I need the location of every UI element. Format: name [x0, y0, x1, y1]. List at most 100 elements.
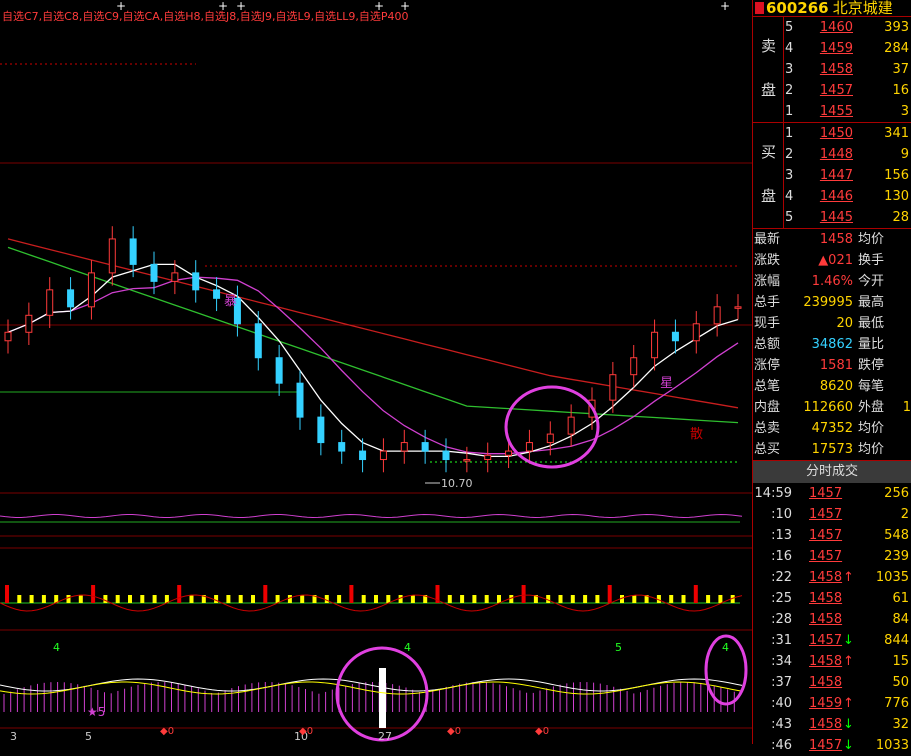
- sell-row[interactable]: 5 1460 393: [753, 17, 911, 38]
- indicator-legend: 自选C7,自选C8,自选C9,自选CA,自选H8,自选J8,自选J9,自选L9,…: [2, 10, 408, 23]
- sub2-bar: [570, 595, 575, 603]
- sub2-bar: [374, 595, 378, 603]
- stat-value: ▲021: [818, 253, 853, 268]
- sell-row[interactable]: 3 1458 37: [753, 59, 911, 80]
- candle-body: [317, 416, 325, 444]
- tick-row: :34 1458 ↑ 15: [753, 651, 911, 672]
- price-value: 1455: [819, 104, 853, 119]
- top-mark-4: 4: [722, 641, 729, 654]
- stat-value: 34862: [811, 337, 853, 352]
- candle-body: [338, 442, 346, 452]
- level-label: 5: [785, 20, 794, 35]
- stat-label: 最新: [754, 232, 781, 247]
- candle-body: [421, 442, 429, 452]
- tick-row: :16 1457 239: [753, 546, 911, 567]
- buy-row[interactable]: 2 1448 9: [753, 144, 911, 165]
- stat-row: 总买 17573 均价: [753, 439, 911, 460]
- stat-label: 总额: [754, 337, 781, 352]
- stat-row: 现手 20 最低: [753, 313, 911, 334]
- volume-value: 28: [892, 210, 909, 225]
- sub2-bar: [66, 595, 71, 603]
- candle-body: [87, 272, 95, 308]
- tick-volume: 50: [892, 675, 909, 690]
- stat-label: 总手: [754, 295, 781, 310]
- level-label: 3: [785, 62, 794, 77]
- stat-row: 总额 34862 量比: [753, 334, 911, 355]
- level-label: 4: [785, 189, 794, 204]
- volume-value: 284: [884, 41, 909, 56]
- tick-time: :43: [771, 717, 792, 732]
- price-value: 1445: [819, 210, 853, 225]
- sub2-bar: [226, 595, 231, 603]
- sub2-bar: [251, 595, 255, 603]
- tick-price: 1458: [809, 591, 843, 606]
- stat-row: 总卖 47352 均价: [753, 418, 911, 439]
- sell-row[interactable]: 2 1457 16: [753, 80, 911, 101]
- tick-arrow: ↓: [843, 717, 854, 732]
- buy-row[interactable]: 1 1450 341: [753, 123, 911, 144]
- buy-row[interactable]: 5 1445 28: [753, 207, 911, 228]
- tick-price: 1457: [809, 549, 843, 564]
- svg-text:+: +: [218, 0, 228, 13]
- stat-value: 239995: [803, 295, 853, 310]
- sub2-bar: [324, 595, 329, 603]
- buy-row[interactable]: 3 1447 156: [753, 165, 911, 186]
- sub2-bar: [497, 595, 501, 603]
- zero-mark-2: ◆0: [299, 726, 313, 737]
- sell-row[interactable]: 1 1455 3: [753, 101, 911, 122]
- sub2-bar: [238, 595, 243, 603]
- tick-volume: 84: [892, 612, 909, 627]
- tick-time: :13: [771, 528, 792, 543]
- candle-body: [150, 263, 158, 282]
- candle-body: [505, 450, 513, 456]
- stat-row: 内盘 112660 外盘 1: [753, 397, 911, 418]
- stat-label-2: 均价: [858, 442, 885, 457]
- stat-label: 总卖: [754, 421, 781, 436]
- buy-row[interactable]: 4 1446 130: [753, 186, 911, 207]
- stat-row: 最新 1458 均价: [753, 229, 911, 250]
- bao-label: 暴: [224, 294, 237, 309]
- date-tick-4: 27: [378, 730, 392, 743]
- stat-label-2: 均价: [858, 421, 885, 436]
- level-label: 5: [785, 210, 794, 225]
- volume-value: 341: [884, 126, 909, 141]
- tick-arrow: ↑: [843, 696, 854, 711]
- level-label: 2: [785, 147, 794, 162]
- level-label: 1: [785, 126, 794, 141]
- tick-time: :28: [771, 612, 792, 627]
- tick-row: :46 1457 ↓ 1033: [753, 735, 911, 756]
- stat-label: 现手: [754, 316, 781, 331]
- stat-row: 总笔 8620 每笔: [753, 376, 911, 397]
- sub2-bar: [177, 585, 182, 603]
- quote-stats: 最新 1458 均价 涨跌 ▲021 换手 涨幅 1.46% 今开 总手 239995 最高 现手 20 最…: [753, 228, 911, 460]
- candle-body: [692, 323, 700, 342]
- volume-value: 130: [884, 189, 909, 204]
- candle-body: [192, 272, 200, 291]
- sub2-bar: [410, 595, 415, 603]
- volume-value: 393: [884, 20, 909, 35]
- stat-value: 1581: [819, 358, 853, 373]
- tick-volume: 15: [892, 654, 909, 669]
- tick-row: :28 1458 84: [753, 609, 911, 630]
- candle-body: [463, 459, 471, 462]
- price-value: 1448: [819, 147, 853, 162]
- tick-time: :16: [771, 549, 792, 564]
- stock-code: 600266: [766, 0, 829, 17]
- sub2-bar: [300, 595, 305, 603]
- tick-row: :31 1457 ↓ 844: [753, 630, 911, 651]
- stat-row: 总手 239995 最高: [753, 292, 911, 313]
- tick-volume: 61: [892, 591, 909, 606]
- flag-icon: [755, 2, 764, 14]
- candle-body: [567, 416, 575, 435]
- volume-value: 16: [892, 83, 909, 98]
- price-value: 1450: [819, 126, 853, 141]
- low-price-label: 10.70: [441, 477, 473, 490]
- sub2-bar: [91, 585, 96, 603]
- price-value: 1447: [819, 168, 853, 183]
- ticks-title[interactable]: 分时成交: [753, 460, 911, 483]
- kline-chart[interactable]: 自选C7,自选C8,自选C9,自选CA,自选H8,自选J8,自选J9,自选L9,…: [0, 0, 752, 744]
- sell-row[interactable]: 4 1459 284: [753, 38, 911, 59]
- stat-label-2: 跌停: [858, 358, 885, 373]
- buy-book: 买 盘 1 1450 341 2 1448 9 3 1447 156 4 1446 130 5 1445 2…: [753, 122, 911, 228]
- svg-text:+: +: [116, 0, 126, 13]
